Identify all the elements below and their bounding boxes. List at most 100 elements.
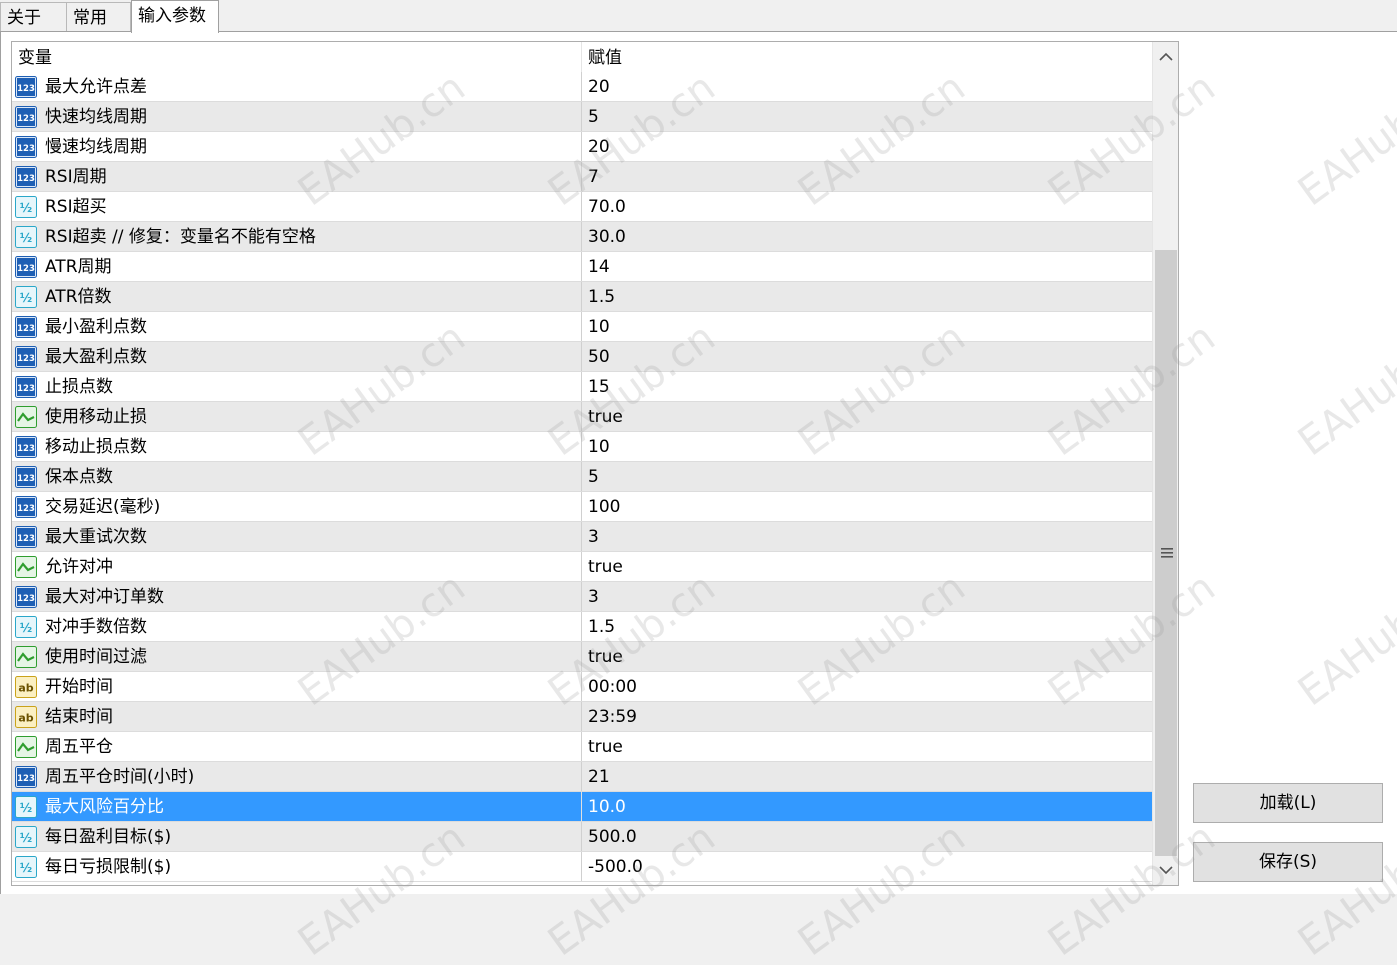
variable-value[interactable]: 3 — [581, 522, 1158, 551]
double-type-icon: ½ — [15, 226, 37, 248]
scroll-thumb[interactable] — [1155, 250, 1177, 856]
variable-name: RSI超卖 // 修复：变量名不能有空格 — [45, 227, 316, 247]
save-button[interactable]: 保存(S) — [1193, 842, 1383, 882]
tab-inputs[interactable]: 输入参数 — [131, 0, 219, 33]
table-row[interactable]: ½ RSI超卖 // 修复：变量名不能有空格 30.0 — [12, 222, 1152, 252]
variable-name: 最小盈利点数 — [45, 317, 147, 337]
double-type-icon: ½ — [15, 286, 37, 308]
table-row[interactable]: 123 最大允许点差 20 — [12, 72, 1152, 102]
int-type-icon: 123 — [15, 436, 37, 458]
variable-name: 每日亏损限制($) — [45, 857, 172, 877]
table-row[interactable]: ½ 每日盈利目标($) 500.0 — [12, 822, 1152, 852]
variable-value[interactable]: 5 — [581, 102, 1158, 131]
variable-value[interactable]: 3 — [581, 582, 1158, 611]
table-row[interactable]: 123 ATR周期 14 — [12, 252, 1152, 282]
table-body: 123 最大允许点差 20 123 快速均线周期 5 123 慢速均线周期 20 123 RSI周期… — [12, 72, 1152, 882]
table-row[interactable]: 周五平仓 true — [12, 732, 1152, 762]
table-row[interactable]: ½ ATR倍数 1.5 — [12, 282, 1152, 312]
int-type-icon: 123 — [15, 106, 37, 128]
int-type-icon: 123 — [15, 466, 37, 488]
variable-value[interactable]: 1.5 — [581, 612, 1158, 641]
table-row[interactable]: 123 保本点数 5 — [12, 462, 1152, 492]
table-row[interactable]: 允许对冲 true — [12, 552, 1152, 582]
table-row[interactable]: 使用时间过滤 true — [12, 642, 1152, 672]
variable-name: 最大对冲订单数 — [45, 587, 164, 607]
table-row[interactable]: 123 最大盈利点数 50 — [12, 342, 1152, 372]
variable-value[interactable]: 15 — [581, 372, 1158, 401]
variable-value[interactable]: 10 — [581, 312, 1158, 341]
table-row[interactable]: ab 结束时间 23:59 — [12, 702, 1152, 732]
column-header-variable[interactable]: 变量 — [12, 42, 580, 72]
vertical-scrollbar[interactable] — [1152, 42, 1178, 885]
variable-value[interactable]: 23:59 — [581, 702, 1158, 731]
table-row[interactable]: 使用移动止损 true — [12, 402, 1152, 432]
int-type-icon: 123 — [15, 316, 37, 338]
variable-value[interactable]: 20 — [581, 132, 1158, 161]
svg-text:123: 123 — [17, 594, 35, 604]
load-button[interactable]: 加载(L) — [1193, 783, 1383, 823]
variable-name: 开始时间 — [45, 677, 113, 697]
table-row[interactable]: 123 交易延迟(毫秒) 100 — [12, 492, 1152, 522]
variable-name: 使用移动止损 — [45, 407, 147, 427]
variable-name: 快速均线周期 — [45, 107, 147, 127]
variable-value[interactable]: 00:00 — [581, 672, 1158, 701]
variable-value[interactable]: 20 — [581, 72, 1158, 101]
double-type-icon: ½ — [15, 856, 37, 878]
variable-value[interactable]: 7 — [581, 162, 1158, 191]
table-row[interactable]: 123 最大对冲订单数 3 — [12, 582, 1152, 612]
variable-value[interactable]: 1.5 — [581, 282, 1158, 311]
scroll-down-button[interactable] — [1153, 855, 1178, 885]
variable-name: RSI超买 — [45, 197, 107, 217]
table-row[interactable]: 123 最大重试次数 3 — [12, 522, 1152, 552]
variable-name: 保本点数 — [45, 467, 113, 487]
column-header-value[interactable]: 赋值 — [581, 42, 1153, 72]
table-row[interactable]: 123 移动止损点数 10 — [12, 432, 1152, 462]
variable-value[interactable]: 21 — [581, 762, 1158, 791]
svg-text:123: 123 — [17, 144, 35, 154]
variable-value[interactable]: 100 — [581, 492, 1158, 521]
variable-value[interactable]: 5 — [581, 462, 1158, 491]
svg-text:123: 123 — [17, 324, 35, 334]
variable-value[interactable]: 50 — [581, 342, 1158, 371]
table-row[interactable]: 123 最小盈利点数 10 — [12, 312, 1152, 342]
scroll-up-button[interactable] — [1153, 42, 1178, 72]
svg-text:123: 123 — [17, 504, 35, 514]
svg-text:½: ½ — [20, 291, 32, 305]
svg-text:ab: ab — [18, 682, 33, 695]
tab-about[interactable]: 关于 — [0, 2, 67, 31]
variable-value[interactable]: 70.0 — [581, 192, 1158, 221]
table-row[interactable]: ab 开始时间 00:00 — [12, 672, 1152, 702]
double-type-icon: ½ — [15, 826, 37, 848]
variable-value[interactable]: 10 — [581, 432, 1158, 461]
table-row[interactable]: ½ 最大风险百分比 10.0 — [12, 792, 1152, 822]
variable-value[interactable]: -500.0 — [581, 852, 1158, 881]
variable-name: 每日盈利目标($) — [45, 827, 172, 847]
variable-value[interactable]: true — [581, 402, 1158, 431]
string-type-icon: ab — [15, 706, 37, 728]
variable-value[interactable]: 500.0 — [581, 822, 1158, 851]
table-row[interactable]: 123 周五平仓时间(小时) 21 — [12, 762, 1152, 792]
variable-value[interactable]: 30.0 — [581, 222, 1158, 251]
variable-value[interactable]: true — [581, 642, 1158, 671]
int-type-icon: 123 — [15, 346, 37, 368]
table-row[interactable]: 123 止损点数 15 — [12, 372, 1152, 402]
table-row[interactable]: 123 快速均线周期 5 — [12, 102, 1152, 132]
table-row[interactable]: 123 RSI周期 7 — [12, 162, 1152, 192]
variable-name: 周五平仓 — [45, 737, 113, 757]
table-row[interactable]: ½ 对冲手数倍数 1.5 — [12, 612, 1152, 642]
variable-name: 结束时间 — [45, 707, 113, 727]
variable-value[interactable]: true — [581, 552, 1158, 581]
chevron-down-icon — [1159, 866, 1173, 875]
variable-value[interactable]: 10.0 — [581, 792, 1158, 821]
variable-value[interactable]: 14 — [581, 252, 1158, 281]
tab-common[interactable]: 常用 — [66, 2, 131, 31]
svg-text:123: 123 — [17, 474, 35, 484]
table-row[interactable]: ½ RSI超买 70.0 — [12, 192, 1152, 222]
svg-text:½: ½ — [20, 831, 32, 845]
double-type-icon: ½ — [15, 196, 37, 218]
variable-value[interactable]: true — [581, 732, 1158, 761]
table-row[interactable]: ½ 每日亏损限制($) -500.0 — [12, 852, 1152, 882]
bool-type-icon — [15, 406, 37, 428]
svg-text:½: ½ — [20, 201, 32, 215]
table-row[interactable]: 123 慢速均线周期 20 — [12, 132, 1152, 162]
